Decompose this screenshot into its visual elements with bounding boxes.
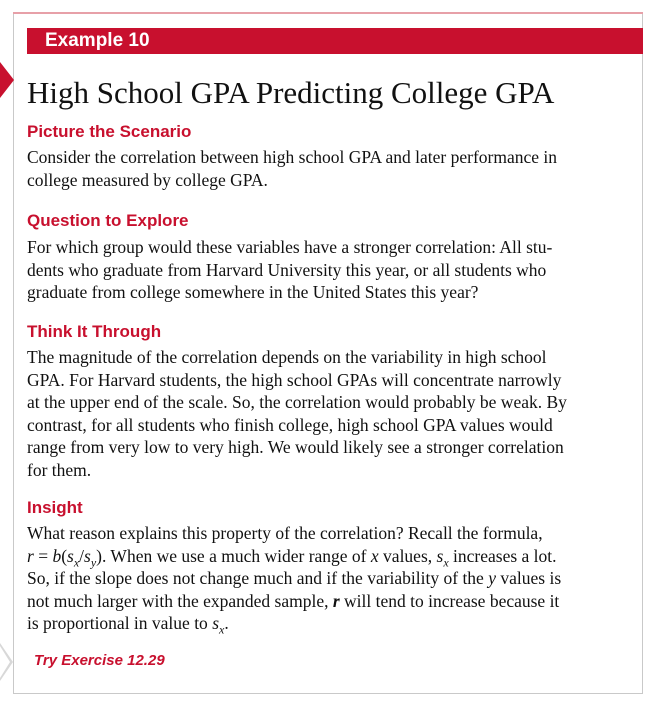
heading-picture-scenario: Picture the Scenario [27,122,192,141]
example-title: High School GPA Predicting College GPA [27,75,555,110]
heading-insight: Insight [27,498,83,517]
text-line: Consider the correlation between high sc… [27,147,558,167]
example-label: Example 10 [45,30,150,51]
var-s: s [67,545,74,566]
paragraph-scenario: Consider the correlation between high sc… [27,146,628,191]
text-line: at the upper end of the scale. So, the c… [27,392,567,412]
text-line: GPA. For Harvard students, the high scho… [27,369,562,390]
heading-question: Question to Explore [27,211,189,230]
text-line: is proportional in value to sx. [27,613,229,637]
heading-think-it-through: Think It Through [27,322,162,341]
formula-text: ). When we use a much wider range of [96,545,371,566]
text-segment: is proportional in value to [27,613,213,633]
text-segment: So, if the slope does not change much an… [27,568,489,588]
bottom-marker-tab-inner [0,646,10,678]
var-x: x [370,545,379,566]
text-line: not much larger with the expanded sample… [27,590,628,613]
formula-text: increases a lot. [448,545,557,566]
text-segment: not much larger with the expanded sample… [27,590,333,611]
paragraph-insight: What reason explains this property of th… [27,522,628,637]
text-line: So, if the slope does not change much an… [27,567,628,590]
text-line: for them. [27,459,92,480]
try-exercise-link[interactable]: Try Exercise 12.29 [34,652,165,669]
var-s: s [212,613,219,633]
paragraph-think: The magnitude of the correlation depends… [27,346,628,481]
var-r: r [332,590,340,611]
text-line: range from very low to very high. We wou… [27,437,564,457]
paragraph-question: For which group would these variables ha… [27,236,628,304]
text-line: dents who graduate from Harvard Universi… [27,259,547,280]
var-s: s [84,545,91,566]
text-line: graduate from college somewhere in the U… [27,282,479,302]
formula-text: values, [378,545,437,566]
var-y: y [488,568,496,588]
var-x: x [219,622,225,637]
text-line: What reason explains this property of th… [27,523,543,543]
text-line: For which group would these variables ha… [27,237,553,257]
text-line: The magnitude of the correlation depends… [27,347,547,367]
left-marker-tab [0,62,14,98]
text-segment: will tend to increase because it [339,590,560,611]
formula-equals: = [33,545,53,566]
var-r: r [27,545,34,566]
text-segment: values is [496,568,562,588]
var-b: b [52,545,62,566]
text-line: contrast, for all students who finish co… [27,414,553,435]
text-line-formula: r = b(sx/sy). When we use a much wider r… [27,545,557,569]
text-line: college measured by college GPA. [27,169,268,190]
